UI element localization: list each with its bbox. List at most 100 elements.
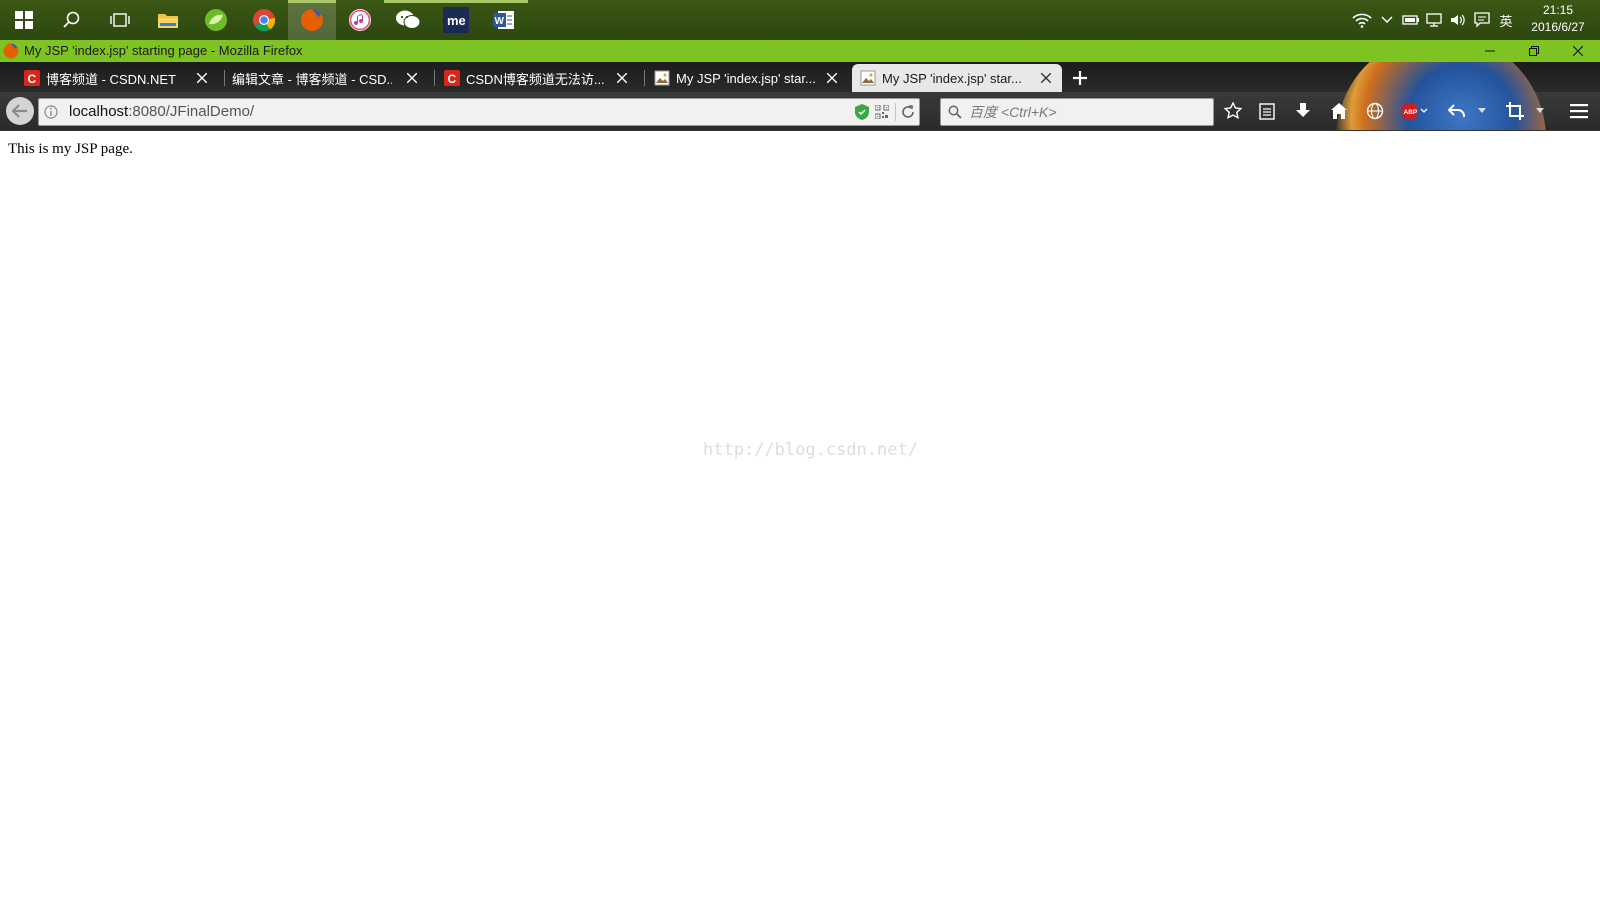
action-center-tray[interactable] <box>1471 0 1493 40</box>
battery-tray[interactable] <box>1400 0 1422 40</box>
tab-label: 博客频道 - CSDN.NET <box>46 71 177 87</box>
folder-icon <box>158 14 178 28</box>
download-arrow-icon <box>1296 103 1310 117</box>
tab-close-icon[interactable] <box>824 70 840 86</box>
undo-arrow-icon <box>1448 104 1465 117</box>
wechat-icon <box>396 10 421 29</box>
taskbar-itunes[interactable] <box>336 0 384 40</box>
windows-logo-icon <box>15 11 33 29</box>
search-input[interactable] <box>967 101 1207 123</box>
me-app-icon: me <box>443 7 469 33</box>
restore-icon <box>1529 46 1539 56</box>
open-menu-button[interactable] <box>1568 100 1590 122</box>
tab-close-icon[interactable] <box>1038 70 1054 86</box>
reload-icon[interactable] <box>899 103 917 121</box>
tab-label: My JSP 'index.jsp' star... <box>882 70 1022 86</box>
reading-list-button[interactable] <box>1256 100 1278 122</box>
minimize-button[interactable] <box>1468 40 1512 62</box>
taskbar-me-app[interactable]: me <box>432 0 480 40</box>
tab-separator <box>224 70 225 86</box>
screenshot-crop-dropdown[interactable] <box>1534 100 1546 122</box>
page-favicon-icon <box>860 70 876 86</box>
undo-close-tab-button[interactable] <box>1446 100 1468 122</box>
taskbar-file-explorer[interactable] <box>144 0 192 40</box>
addon-globe-button[interactable] <box>1364 100 1386 122</box>
minimize-icon <box>1485 50 1495 52</box>
chevron-down-icon <box>1381 16 1393 24</box>
tab-close-icon[interactable] <box>404 70 420 86</box>
firefox-globe-decoration <box>1336 62 1546 92</box>
screenshot-crop-button[interactable] <box>1504 100 1526 122</box>
battery-icon <box>1402 15 1419 25</box>
globe-icon <box>1366 102 1384 120</box>
start-button[interactable] <box>0 0 48 40</box>
tab-csdn-unreachable[interactable]: C CSDN博客频道无法访... <box>436 64 638 92</box>
task-view-button[interactable] <box>96 0 144 40</box>
restore-button[interactable] <box>1512 40 1556 62</box>
tab-jsp-index-active[interactable]: My JSP 'index.jsp' star... <box>852 64 1062 92</box>
tab-close-icon[interactable] <box>614 70 630 86</box>
tab-label: My JSP 'index.jsp' star... <box>676 70 816 86</box>
back-button[interactable] <box>6 97 34 125</box>
task-view-icon <box>110 13 130 27</box>
taskbar-chrome[interactable] <box>240 0 288 40</box>
shield-icon[interactable] <box>853 103 871 121</box>
adblock-plus-button[interactable]: ABP <box>1400 100 1430 122</box>
tab-csdn-blog[interactable]: C 博客频道 - CSDN.NET <box>16 64 218 92</box>
tab-strip: C 博客频道 - CSDN.NET 编辑文章 - 博客频道 - CSD... C… <box>0 62 1600 92</box>
home-button[interactable] <box>1328 100 1350 122</box>
svg-text:C: C <box>448 72 457 86</box>
search-icon <box>63 11 80 28</box>
clock-time: 21:15 <box>1542 3 1574 17</box>
close-icon <box>1573 46 1583 56</box>
chrome-icon <box>253 9 276 32</box>
tab-edit-article[interactable]: 编辑文章 - 博客频道 - CSD... <box>226 64 428 92</box>
star-icon <box>1224 102 1242 120</box>
word-icon: W <box>493 11 514 29</box>
search-button[interactable] <box>48 0 96 40</box>
tab-close-icon[interactable] <box>194 70 210 86</box>
wifi-tray[interactable] <box>1350 0 1374 40</box>
taskbar-word[interactable]: W <box>480 0 528 40</box>
tab-separator <box>434 70 435 86</box>
page-content: This is my JSP page. http://blog.csdn.ne… <box>0 130 1600 901</box>
site-info-icon[interactable] <box>43 104 59 120</box>
search-box[interactable] <box>940 98 1214 126</box>
ime-indicator[interactable]: 英 <box>1495 0 1517 40</box>
page-favicon-icon <box>654 70 670 86</box>
downloads-button[interactable] <box>1292 100 1314 122</box>
adblock-plus-icon: ABP <box>1402 103 1428 119</box>
url-text[interactable]: localhost:8080/JFinalDemo/ <box>69 103 254 120</box>
tab-label: 编辑文章 - 博客频道 - CSD... <box>232 71 392 87</box>
crop-icon <box>1506 102 1524 120</box>
url-bar[interactable]: localhost:8080/JFinalDemo/ <box>38 98 920 126</box>
network-monitor-icon <box>1426 13 1442 27</box>
csdn-favicon-icon: C <box>444 70 460 86</box>
home-icon <box>1331 103 1347 119</box>
new-tab-button[interactable] <box>1066 64 1094 92</box>
taskbar-wechat[interactable] <box>384 0 432 40</box>
network-tray[interactable] <box>1424 0 1446 40</box>
url-host: localhost <box>69 103 129 120</box>
clock-date: 2016/6/27 <box>1531 20 1585 34</box>
taskbar-firefox[interactable] <box>288 0 336 40</box>
bookmark-star-button[interactable] <box>1222 100 1244 122</box>
qr-code-icon[interactable] <box>873 103 891 121</box>
chevron-down-icon <box>1536 108 1544 113</box>
svg-text:ABP: ABP <box>1404 109 1418 116</box>
undo-close-tab-dropdown[interactable] <box>1476 100 1488 122</box>
clipboard-list-icon <box>1259 103 1275 120</box>
wifi-icon <box>1352 13 1372 28</box>
taskbar-app-green[interactable] <box>192 0 240 40</box>
tab-label: CSDN博客频道无法访... <box>466 71 605 87</box>
window-titlebar[interactable]: My JSP 'index.jsp' starting page - Mozil… <box>0 40 1600 62</box>
navigation-toolbar: localhost:8080/JFinalDemo/ ABP <box>0 92 1600 130</box>
volume-tray[interactable] <box>1447 0 1469 40</box>
taskbar-clock[interactable]: 21:15 2016/6/27 <box>1524 2 1592 36</box>
show-hidden-icons[interactable] <box>1377 0 1397 40</box>
tab-jsp-index-1[interactable]: My JSP 'index.jsp' star... <box>646 64 848 92</box>
hamburger-menu-icon <box>1570 104 1588 119</box>
green-leaf-app-icon <box>205 9 227 31</box>
speaker-icon <box>1451 14 1465 26</box>
close-window-button[interactable] <box>1556 40 1600 62</box>
